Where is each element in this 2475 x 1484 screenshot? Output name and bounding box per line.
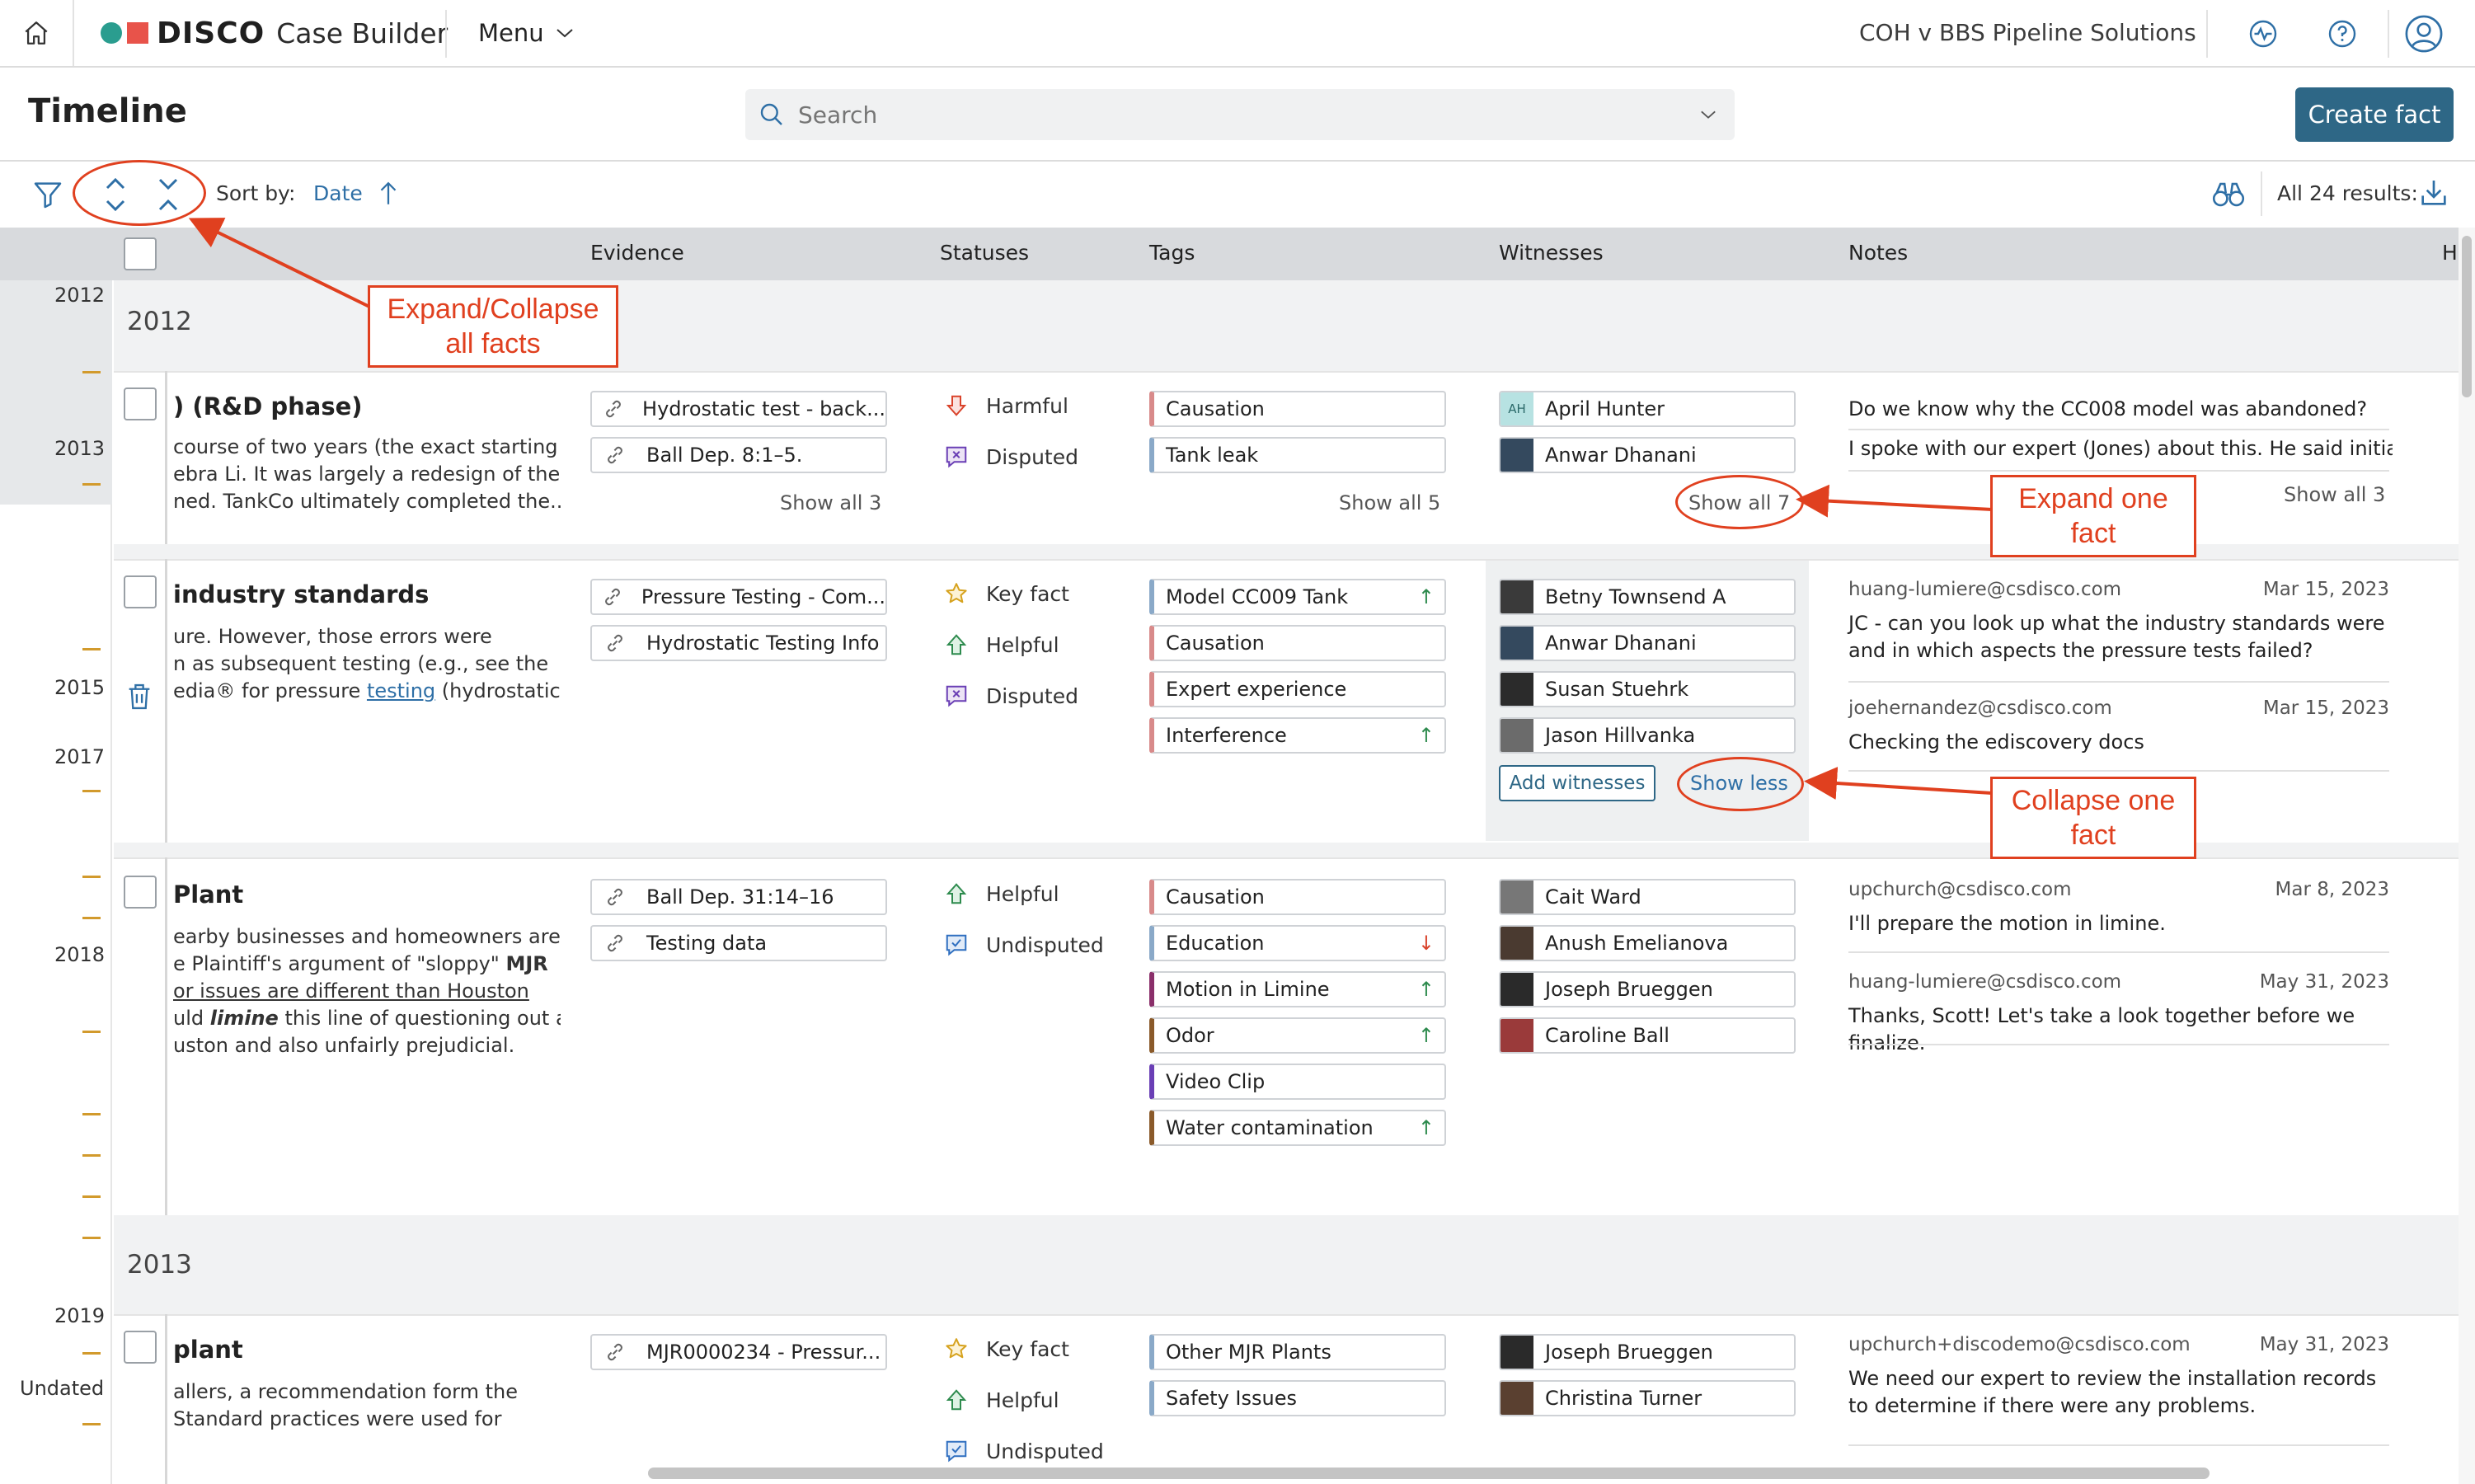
- annotation-ellipse: [73, 160, 206, 226]
- annotation-ellipse: [1677, 757, 1804, 811]
- annotation-label: Expand/Collapse all facts: [368, 285, 618, 368]
- annotation-arrow: [188, 218, 370, 308]
- annotation-ellipse: [1675, 475, 1804, 529]
- annotation-arrow: [1796, 484, 1993, 518]
- annotation-label: Expand one fact: [1990, 475, 2196, 557]
- annotation-arrows: [188, 218, 1993, 800]
- annotation-arrow: [1804, 767, 1993, 800]
- annotation-label: Collapse one fact: [1990, 777, 2196, 859]
